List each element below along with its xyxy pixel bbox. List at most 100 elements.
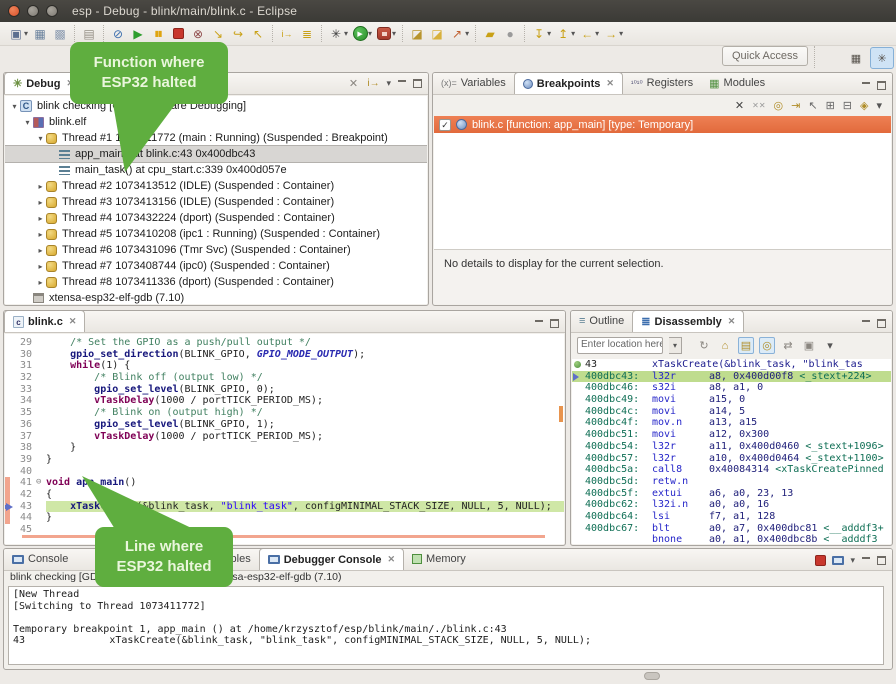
debug-tree-row[interactable]: main_task() at cpu_start.c:339 0x400d057… [5,162,427,178]
minimize-icon[interactable] [861,557,871,565]
debug-perspective-button[interactable]: ✳ [870,47,894,69]
close-icon[interactable]: ✕ [606,78,614,89]
quick-access-button[interactable]: Quick Access [722,46,808,66]
refresh-index-button[interactable]: ● [500,24,520,44]
tab-registers[interactable]: ¹⁰¹⁰Registers [623,72,701,94]
run-button[interactable]: ▶ [350,24,370,44]
debug-tree-row[interactable]: ▸Thread #4 1073432224 (dport) (Suspended… [5,210,427,226]
format-button[interactable]: ▰ [480,24,500,44]
debug-tree-row[interactable]: ▾Thread #1 1073411772 (main : Running) (… [5,130,427,146]
breakpoint-row[interactable]: ✓ blink.c [function: app_main] [type: Te… [434,116,891,133]
tree-expander-icon[interactable]: ▸ [35,230,46,239]
debug-tree-row[interactable]: ▾blink.elf [5,114,427,130]
external-tools-button[interactable] [374,24,394,44]
tree-expander-icon[interactable]: ▸ [35,262,46,271]
collapse-all-icon[interactable]: ⊟ [843,99,852,112]
maximize-icon[interactable] [877,319,886,328]
minimize-icon[interactable] [397,80,407,88]
maximize-icon[interactable] [877,556,886,565]
open-perspective-button[interactable]: ▦ [844,47,868,69]
step-into-button[interactable]: ↘ [208,24,228,44]
debug-tree-row[interactable]: xtensa-esp32-elf-gdb (7.10) [5,290,427,304]
debug-button[interactable]: ✳ [326,24,346,44]
tab-variables[interactable]: (x)=Variables [433,72,514,94]
debug-launch-tree[interactable]: ▾Cblink checking [GDB Hardware Debugging… [5,96,427,304]
disassembly-listing[interactable]: 43xTaskCreate(&blink_task, "blink_tas400… [572,359,891,544]
instruction-stepping-icon[interactable]: i→ [366,78,380,89]
minimize-icon[interactable] [861,82,871,90]
tab-disassembly[interactable]: ≣Disassembly✕ [632,310,744,332]
use-step-filters-button[interactable]: ≣ [297,24,317,44]
show-breakpoints-for-selected-icon[interactable]: ◎ [774,99,784,112]
location-input[interactable]: Enter location here [577,337,663,354]
external-tools-dropdown-icon[interactable]: ▾ [392,29,396,38]
minimize-icon[interactable] [861,320,871,328]
back-button[interactable]: ← [577,24,597,44]
tree-expander-icon[interactable]: ▸ [35,182,46,191]
step-return-button[interactable]: ↖ [248,24,268,44]
tree-expander-icon[interactable]: ▾ [35,134,46,143]
display-selected-console-icon[interactable] [832,556,844,565]
go-into-dropdown-icon[interactable]: ▾ [571,29,575,38]
window-close-button[interactable] [8,5,20,17]
go-into-button[interactable]: ↥ [553,24,573,44]
forward-dropdown-icon[interactable]: ▾ [619,29,623,38]
view-menu-icon[interactable]: ▾ [822,339,838,352]
terminate-icon[interactable] [815,555,826,566]
back-dropdown-icon[interactable]: ▾ [595,29,599,38]
save-button[interactable]: ▦ [30,24,50,44]
debugger-console-output[interactable]: [New Thread [Switching to Thread 1073411… [8,586,884,665]
forward-button[interactable]: → [601,24,621,44]
maximize-icon[interactable] [413,79,422,88]
tab-blink-c[interactable]: c blink.c ✕ [4,310,85,332]
debug-tree-row[interactable]: ▸Thread #2 1073413512 (IDLE) (Suspended … [5,178,427,194]
go-to-file-for-breakpoint-icon[interactable]: ⇥ [791,99,800,112]
tab-modules[interactable]: ▦Modules [701,72,773,94]
track-expression-icon[interactable]: ◎ [759,337,775,354]
tab-console[interactable]: Console [4,548,76,570]
launch-dropdown-icon[interactable]: ▾ [465,29,469,38]
show-source-icon[interactable]: ▤ [738,337,754,354]
step-over-button[interactable]: ↪ [228,24,248,44]
tab-outline[interactable]: ≡Outline [571,310,632,332]
console-dropdown-icon[interactable]: ▾ [850,555,855,566]
view-menu-icon[interactable]: ▾ [386,78,391,89]
minimize-icon[interactable] [534,320,544,328]
launch-button[interactable]: ↗ [447,24,467,44]
breakpoints-list[interactable]: ✓ blink.c [function: app_main] [type: Te… [434,116,891,249]
run-dropdown-icon[interactable]: ▾ [368,29,372,38]
view-menu-icon[interactable]: ▾ [876,99,882,112]
debug-tree-row[interactable]: ▸Thread #6 1073431096 (Tmr Svc) (Suspend… [5,242,427,258]
remove-breakpoint-icon[interactable]: ✕ [735,99,744,112]
resume-button[interactable]: ▶ [128,24,148,44]
location-dropdown-icon[interactable]: ▾ [669,337,682,354]
breakpoint-checkbox[interactable]: ✓ [439,119,451,131]
home-icon[interactable]: ⌂ [717,340,733,352]
skip-all-breakpoints-icon[interactable]: ↖ [808,99,817,112]
open-elf-button[interactable]: ◪ [407,24,427,44]
close-icon[interactable]: ✕ [388,554,396,565]
fold-marker-icon[interactable]: ⊖ [36,477,46,489]
disconnect-button[interactable]: ⊗ [188,24,208,44]
debug-tree-row[interactable]: ▸Thread #5 1073410208 (ipc1 : Running) (… [5,226,427,242]
horizontal-scrollbar-thumb[interactable] [644,672,660,680]
window-minimize-button[interactable] [27,5,39,17]
expand-all-icon[interactable]: ⊞ [826,99,835,112]
maximize-icon[interactable] [550,319,559,328]
tree-expander-icon[interactable]: ▸ [35,214,46,223]
code-editor[interactable]: 29 /* Set the GPIO as a push/pull output… [5,334,564,544]
last-edit-location-button[interactable]: ↧ [529,24,549,44]
close-icon[interactable]: ✕ [69,316,77,327]
debug-tree-row[interactable]: ▸Thread #8 1073411336 (dport) (Suspended… [5,274,427,290]
remove-all-breakpoints-icon[interactable]: ✕✕ [752,101,765,110]
close-icon[interactable]: ✕ [728,316,736,327]
sync-active-context-icon[interactable]: ⇄ [780,339,796,352]
link-with-debug-view-icon[interactable]: ◈ [860,99,868,112]
open-new-view-icon[interactable]: ▣ [801,339,817,352]
new-wizard-button[interactable]: ▣ [6,24,26,44]
stack-frame-row-selected[interactable]: app_main() at blink.c:43 0x400dbc43 [5,146,427,162]
window-maximize-button[interactable] [46,5,58,17]
tree-expander-icon[interactable]: ▸ [35,198,46,207]
debug-tree-row[interactable]: ▸Thread #3 1073413156 (IDLE) (Suspended … [5,194,427,210]
tree-expander-icon[interactable]: ▸ [35,246,46,255]
